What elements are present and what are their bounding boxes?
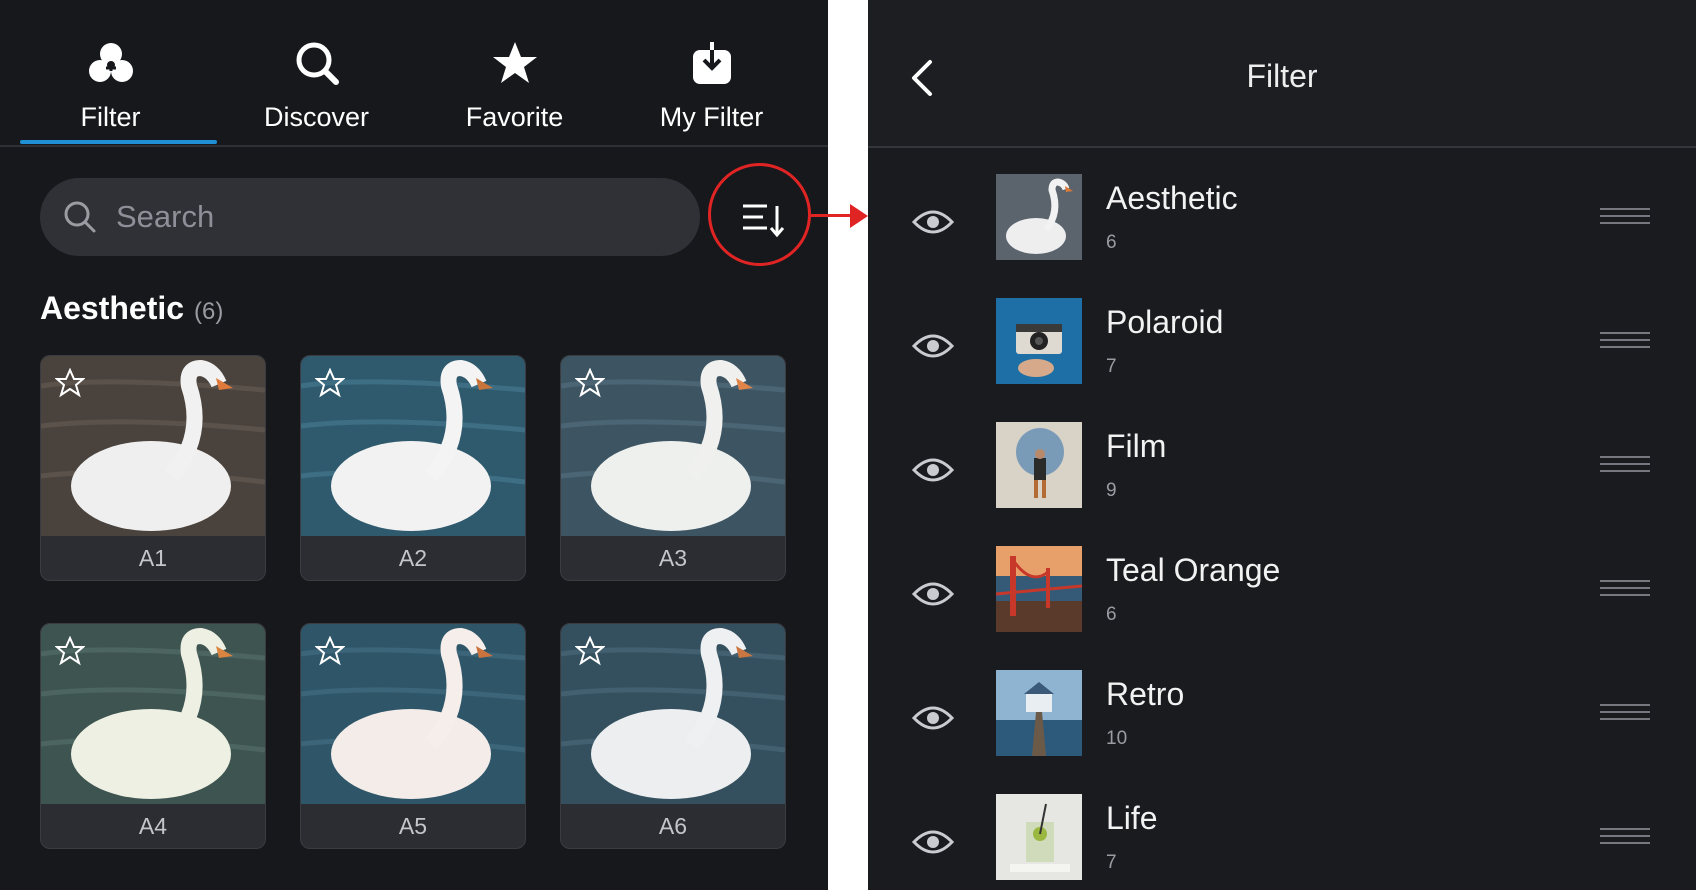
eye-icon[interactable] [912, 332, 954, 360]
card-label: A6 [658, 813, 688, 839]
filter-row-retro[interactable]: Retro 10 [868, 662, 1696, 786]
filter-row-film[interactable]: Film 9 [868, 414, 1696, 538]
favorite-star-icon[interactable] [575, 636, 605, 666]
annotation-arrow-head [850, 204, 868, 228]
tab-label: Discover [263, 102, 370, 132]
favorite-star-icon[interactable] [575, 368, 605, 398]
filter-card-a6[interactable]: A6 [560, 623, 786, 849]
favorite-star-icon[interactable] [315, 636, 345, 666]
filter-count: 6 [1106, 604, 1117, 625]
filter-library-screen: Filter Discover Favorite My Filter Searc… [0, 0, 828, 890]
filter-count: 6 [1106, 232, 1117, 253]
favorite-star-icon[interactable] [55, 636, 85, 666]
filter-row-teal-orange[interactable]: Teal Orange 6 [868, 538, 1696, 662]
tab-label: My Filter [659, 102, 764, 132]
tab-label: Favorite [465, 102, 564, 132]
tab-bar: Filter Discover Favorite My Filter [0, 0, 828, 147]
filter-row-aesthetic[interactable]: Aesthetic 6 [868, 166, 1696, 290]
search-bar[interactable] [40, 178, 700, 256]
search-icon [294, 38, 340, 88]
tab-favorite[interactable]: Favorite [416, 0, 613, 145]
filter-name: Retro [1106, 676, 1185, 712]
filter-count: 10 [1106, 728, 1128, 749]
search-icon [64, 201, 96, 233]
polaroid-thumbnail [996, 298, 1082, 384]
tab-discover[interactable]: Discover [218, 0, 415, 145]
retro-thumbnail [996, 670, 1082, 756]
filter-name: Teal Orange [1106, 552, 1281, 588]
drag-handle-icon[interactable] [1600, 208, 1650, 232]
eye-icon[interactable] [912, 208, 954, 236]
card-label: A2 [398, 545, 428, 571]
favorite-star-icon[interactable] [55, 368, 85, 398]
section-title: Aesthetic [40, 290, 185, 326]
tab-label: Filter [80, 102, 141, 132]
active-tab-indicator [20, 140, 217, 144]
filter-circles-icon [86, 38, 136, 88]
teal-orange-thumbnail [996, 546, 1082, 632]
section-heading: Aesthetic (6) [40, 290, 223, 327]
filter-name: Film [1106, 428, 1167, 464]
card-label: A3 [658, 545, 688, 571]
card-label: A4 [138, 813, 168, 839]
eye-icon[interactable] [912, 580, 954, 608]
header: Filter [868, 0, 1696, 148]
filter-count: 7 [1106, 852, 1117, 873]
eye-icon[interactable] [912, 456, 954, 484]
tab-filter[interactable]: Filter [12, 0, 209, 145]
drag-handle-icon[interactable] [1600, 332, 1650, 356]
filter-card-a5[interactable]: A5 [300, 623, 526, 849]
filter-count: 7 [1106, 356, 1117, 377]
filter-count: 9 [1106, 480, 1117, 501]
tab-my-filter[interactable]: My Filter [613, 0, 810, 145]
star-icon [491, 38, 539, 88]
filter-card-a2[interactable]: A2 [300, 355, 526, 581]
filter-row-polaroid[interactable]: Polaroid 7 [868, 290, 1696, 414]
filter-card-a4[interactable]: A4 [40, 623, 266, 849]
life-thumbnail [996, 794, 1082, 880]
filter-card-a1[interactable]: A1 [40, 355, 266, 581]
filter-card-a3[interactable]: A3 [560, 355, 786, 581]
filter-name: Aesthetic [1106, 180, 1238, 216]
card-label: A1 [138, 545, 168, 571]
card-label: A5 [398, 813, 428, 839]
drag-handle-icon[interactable] [1600, 580, 1650, 604]
search-input[interactable] [114, 198, 678, 236]
drag-handle-icon[interactable] [1600, 704, 1650, 728]
drag-handle-icon[interactable] [1600, 828, 1650, 852]
favorite-star-icon[interactable] [315, 368, 345, 398]
eye-icon[interactable] [912, 828, 954, 856]
highlight-circle [708, 163, 811, 266]
download-box-icon [691, 38, 733, 88]
filter-name: Life [1106, 800, 1158, 836]
section-count: (6) [194, 298, 224, 325]
eye-icon[interactable] [912, 704, 954, 732]
filter-name: Polaroid [1106, 304, 1224, 340]
film-thumbnail [996, 422, 1082, 508]
page-title: Filter [1246, 58, 1318, 94]
aesthetic-thumbnail [996, 174, 1082, 260]
drag-handle-icon[interactable] [1600, 456, 1650, 480]
filter-row-life[interactable]: Life 7 [868, 786, 1696, 890]
filter-manage-screen: Filter Aesthetic 6 Polaroid 7 Film 9 Tea… [868, 0, 1696, 890]
